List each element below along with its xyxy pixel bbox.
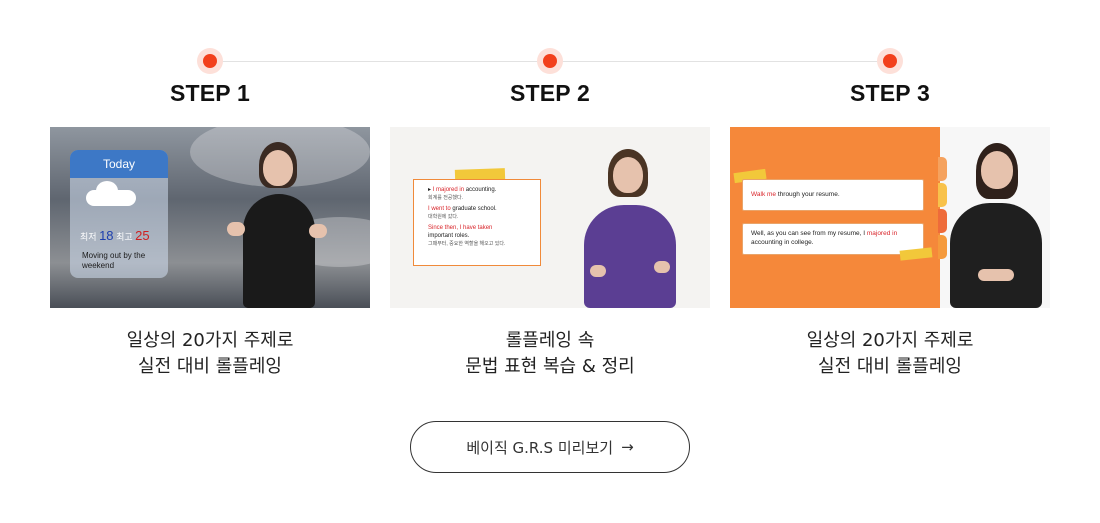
preview-button-label: 베이직 G.R.S 미리보기 xyxy=(466,438,614,457)
grammar-note-card: ▸ I majored in accounting. 회계를 전공했다. I w… xyxy=(413,179,541,266)
step-3-video-thumbnail[interactable]: Walk me through your resume. Well, as yo… xyxy=(730,127,1050,308)
cloud-icon xyxy=(86,181,136,206)
weather-card: Today 최저 18 최고 25 Moving out by the week… xyxy=(70,150,168,278)
grammar-line-3: Since then, I have taken xyxy=(428,225,493,231)
step-3-caption: 일상의 20가지 주제로 실전 대비 롤플레잉 xyxy=(806,330,974,377)
low-temp-value: 18 xyxy=(99,228,114,243)
grammar-line-2: I went to graduate school. xyxy=(428,206,497,212)
arrow-right-icon: → xyxy=(621,438,634,456)
grammar-line-2-kr: 대학원에 갔다. xyxy=(428,214,459,220)
presenter-image xyxy=(225,142,335,308)
dialogue-bubble-2: Well, as you can see from my resume, I m… xyxy=(742,223,924,255)
high-temp-label: 최고 xyxy=(116,232,133,242)
step-3-dot-icon xyxy=(877,48,903,74)
low-temp-label: 최저 xyxy=(80,232,97,242)
step-3-label: STEP 3 xyxy=(849,80,931,106)
grammar-line-1-kr: 회계를 전공했다. xyxy=(428,195,463,201)
presenter-image xyxy=(942,141,1050,308)
step-1-video-thumbnail[interactable]: Today 최저 18 최고 25 Moving out by the week… xyxy=(50,127,370,308)
step-2-video-thumbnail[interactable]: ▸ I majored in accounting. 회계를 전공했다. I w… xyxy=(390,127,710,308)
grammar-line-3-kr: 그때부터, 중요한 역할을 해오고 있다. xyxy=(428,241,506,247)
step-1-caption: 일상의 20가지 주제로 실전 대비 롤플레잉 xyxy=(126,330,294,377)
basic-grs-preview-button[interactable]: 베이직 G.R.S 미리보기 → xyxy=(410,421,690,473)
step-2-dot-icon xyxy=(537,48,563,74)
high-temp-value: 25 xyxy=(135,228,150,243)
weather-temps: 최저 18 최고 25 xyxy=(80,228,150,243)
dialogue-bubble-1: Walk me through your resume. xyxy=(742,179,924,211)
weather-note: Moving out by the weekend xyxy=(82,251,146,270)
step-1-dot-icon xyxy=(197,48,223,74)
presenter-image xyxy=(570,149,690,308)
step-2-caption: 롤플레잉 속 문법 표현 복습 & 정리 xyxy=(465,330,635,377)
orange-board xyxy=(730,127,940,308)
step-1-label: STEP 1 xyxy=(169,80,251,106)
grammar-line-1: ▸ I majored in accounting. xyxy=(428,187,497,193)
step-2-label: STEP 2 xyxy=(509,80,591,106)
weather-title: Today xyxy=(70,150,168,178)
grammar-line-3b: important roles. xyxy=(428,233,470,239)
